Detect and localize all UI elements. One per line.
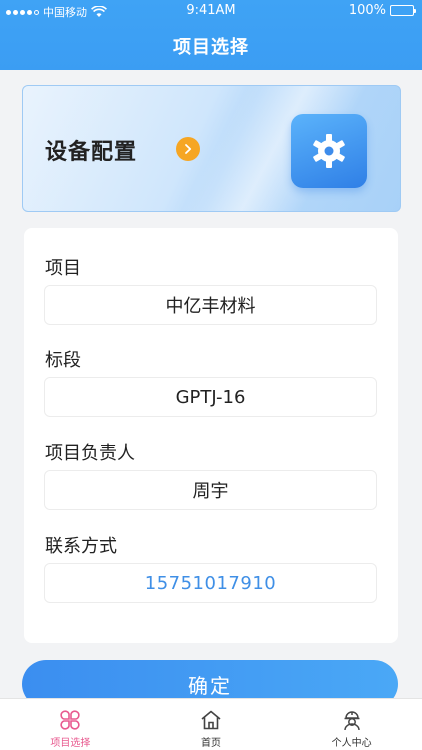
tab-home[interactable]: 首页	[141, 699, 282, 750]
device-config-banner[interactable]: 设备配置	[22, 85, 401, 212]
tab-project-select[interactable]: 项目选择	[0, 699, 141, 750]
chevron-right-icon[interactable]	[176, 137, 200, 161]
project-label: 项目	[45, 258, 81, 279]
contact-phone-field[interactable]: 15751017910	[44, 563, 377, 603]
section-field[interactable]: GPTJ-16	[44, 377, 377, 417]
status-right: 100%	[348, 3, 416, 18]
manager-label: 项目负责人	[45, 443, 135, 464]
page-title: 项目选择	[173, 37, 249, 58]
tab-profile[interactable]: 个人中心	[281, 699, 422, 750]
battery-icon	[390, 5, 416, 16]
worker-helmet-icon	[343, 711, 360, 731]
tab-label-profile: 个人中心	[331, 738, 372, 749]
section-label: 标段	[45, 350, 81, 371]
contact-label: 联系方式	[45, 536, 117, 557]
gear-icon	[291, 114, 367, 188]
top-bar: 中国移动 9:41AM 100% 项目选择	[0, 0, 422, 70]
bottom-tab-bar: 项目选择 首页 个人中心	[0, 698, 422, 750]
tab-label-home: 首页	[201, 738, 221, 749]
tab-label-project-select: 项目选择	[50, 738, 91, 749]
project-info-card: 项目 中亿丰材料 标段 GPTJ-16 项目负责人 周宇 联系方式 157510…	[24, 228, 398, 643]
project-field[interactable]: 中亿丰材料	[44, 285, 377, 325]
manager-field[interactable]: 周宇	[44, 470, 377, 510]
status-bar: 中国移动 9:41AM 100%	[0, 0, 422, 22]
home-icon	[201, 710, 221, 730]
clover-grid-icon	[60, 710, 80, 730]
device-config-title: 设备配置	[45, 140, 138, 165]
battery-percent: 100%	[348, 3, 386, 18]
